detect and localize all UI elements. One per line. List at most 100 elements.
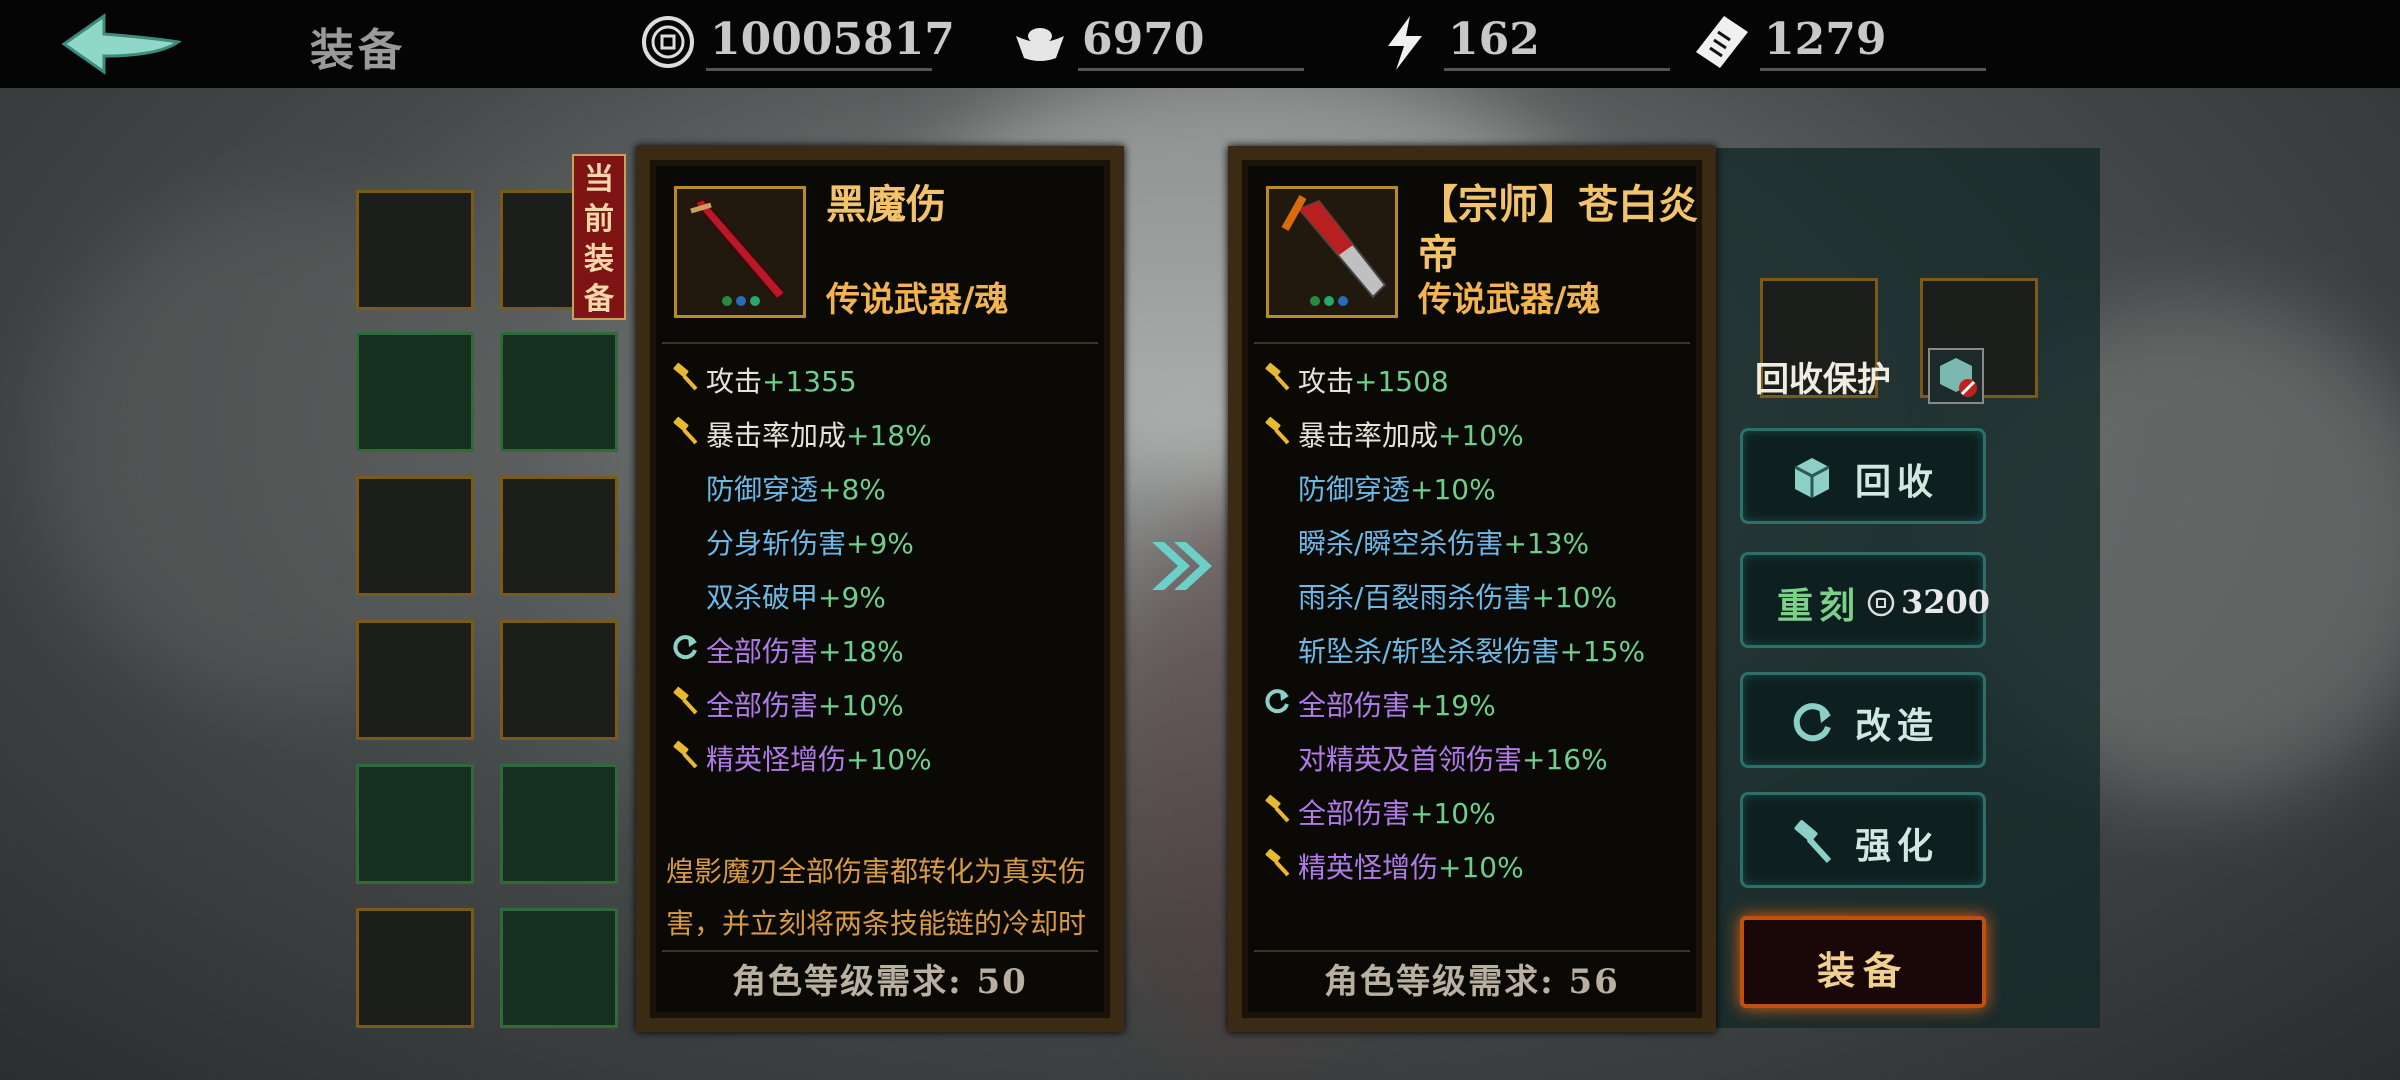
stat-value: +18%: [818, 635, 904, 668]
recycle-icon: [1794, 458, 1830, 498]
item-name: 黑魔伤: [826, 181, 946, 228]
currency-coins: 10005817: [640, 8, 955, 78]
refresh-icon: [1265, 689, 1289, 714]
inventory-slot[interactable]: [500, 620, 618, 740]
stat-value: +13%: [1503, 527, 1590, 560]
modify-button[interactable]: 改造: [1740, 672, 1986, 768]
page-title: 装备: [310, 25, 406, 76]
item-name: 【宗师】苍白炎帝: [1418, 181, 1698, 278]
hammer-icon: [1265, 416, 1290, 445]
recycle-label: 回收: [1855, 461, 1940, 503]
item-icon-frame: [1266, 186, 1398, 318]
stat-label: 全部伤害: [706, 635, 819, 668]
inventory-slot[interactable]: [500, 764, 618, 884]
stat-label: 双杀破甲: [706, 581, 819, 614]
enhance-button[interactable]: 强化: [1740, 792, 1986, 888]
stat-label: 暴击率加成: [706, 419, 847, 452]
hammer-icon: [673, 740, 698, 769]
stat-label: 暴击率加成: [1298, 419, 1439, 452]
stat-value: +15%: [1559, 635, 1646, 668]
item-type: 传说武器/魂: [826, 280, 1009, 320]
back-button[interactable]: [58, 12, 188, 76]
hammer-icon: [1265, 848, 1290, 877]
tickets-value: 1279: [1764, 14, 1887, 65]
hammer-icon: [673, 362, 698, 391]
inventory-slot[interactable]: [356, 476, 474, 596]
stat-value: +9%: [818, 581, 886, 614]
stat-value: +10%: [1531, 581, 1618, 614]
stat-value: +10%: [1410, 797, 1496, 830]
top-bar: 装备 10005817 6970 162 1279: [0, 0, 2400, 88]
coin-icon: [642, 16, 694, 68]
item-icon-frame: [674, 186, 806, 318]
hammer-icon: [1265, 362, 1290, 391]
stat-label: 攻击: [706, 365, 763, 398]
stat-label: 雨杀/百裂雨杀伤害: [1298, 581, 1532, 614]
level-requirement: 角色等级需求: 56: [1324, 962, 1620, 1002]
stat-label: 瞬杀/瞬空杀伤害: [1298, 527, 1504, 560]
hammer-icon: [673, 416, 698, 445]
inventory-slot[interactable]: [356, 908, 474, 1028]
divider: [1254, 950, 1690, 952]
stat-value: +16%: [1522, 743, 1608, 776]
stat-label: 全部伤害: [1298, 689, 1411, 722]
divider: [1078, 68, 1304, 71]
silver-value: 6970: [1082, 14, 1205, 65]
stat-label: 精英怪增伤: [1298, 851, 1439, 884]
currency-silver: 6970: [1012, 8, 1312, 78]
divider: [706, 68, 932, 71]
inventory-slot[interactable]: [356, 764, 474, 884]
stat-label: 防御穿透: [1298, 473, 1411, 506]
inventory-slot[interactable]: [500, 332, 618, 452]
inventory-slot[interactable]: [356, 620, 474, 740]
stat-value: +1508: [1354, 365, 1449, 398]
greatsword-icon: [1281, 195, 1387, 306]
coin-icon: [1867, 589, 1895, 617]
stat-value: +10%: [1410, 473, 1496, 506]
inventory-slot[interactable]: [356, 332, 474, 452]
reforge-button[interactable]: 重刻 3200: [1740, 552, 1990, 648]
stat-value: +19%: [1410, 689, 1496, 722]
inventory-slot[interactable]: [500, 908, 618, 1028]
currency-tickets: 1279: [1694, 8, 1994, 78]
stat-value: +9%: [846, 527, 914, 560]
recycle-protect-icon: [1940, 358, 1977, 397]
equip-button[interactable]: 装备: [1740, 916, 1986, 1008]
stat-label: 防御穿透: [706, 473, 819, 506]
item-description: 煌影魔刃全部伤害都转化为真实伤害，并立刻将两条技能链的冷却时: [666, 855, 1087, 940]
stat-value: +1355: [762, 365, 857, 398]
current-equipped-tag: 当前装备: [572, 154, 626, 320]
current-item-card: 黑魔伤 传说武器/魂 攻击+1355 暴击率加成+18% 防御穿透+8% 分身斩伤害+…: [636, 146, 1124, 1032]
stat-label: 斩坠杀/斩坠杀裂伤害: [1298, 635, 1560, 668]
equip-label: 装备: [1816, 948, 1909, 993]
back-arrow-icon: [61, 13, 182, 75]
stat-label: 全部伤害: [1298, 797, 1411, 830]
hammer-icon: [673, 686, 698, 715]
recycle-protect-toggle[interactable]: [1928, 348, 1984, 404]
new-item-card: 【宗师】苍白炎帝 传说武器/魂 攻击+1508 暴击率加成+10% 防御穿透+10%…: [1228, 146, 1716, 1032]
stat-value: +10%: [1438, 851, 1524, 884]
currency-energy: 162: [1378, 8, 1670, 78]
stat-label: 精英怪增伤: [706, 743, 847, 776]
divider: [1444, 68, 1670, 71]
inventory-slot[interactable]: [500, 476, 618, 596]
stat-value: +10%: [1438, 419, 1524, 452]
inventory-slot[interactable]: [356, 190, 474, 310]
divider: [1760, 68, 1986, 71]
refresh-icon: [1793, 703, 1831, 742]
silver-ingot-icon: [1016, 28, 1064, 61]
sword-icon: [690, 197, 787, 306]
stat-label: 全部伤害: [706, 689, 819, 722]
recycle-protect-label: 回收保护: [1755, 360, 1891, 400]
double-chevron-right-icon: [1152, 542, 1212, 590]
divider: [1254, 342, 1690, 344]
stat-label: 分身斩伤害: [706, 527, 847, 560]
stat-value: +8%: [818, 473, 886, 506]
modify-label: 改造: [1855, 705, 1940, 747]
recycle-button[interactable]: 回收: [1740, 428, 1986, 524]
stat-label: 攻击: [1298, 365, 1355, 398]
hammer-icon: [1265, 794, 1290, 823]
divider: [662, 950, 1098, 952]
stat-value: +10%: [818, 689, 904, 722]
refresh-icon: [673, 635, 697, 660]
